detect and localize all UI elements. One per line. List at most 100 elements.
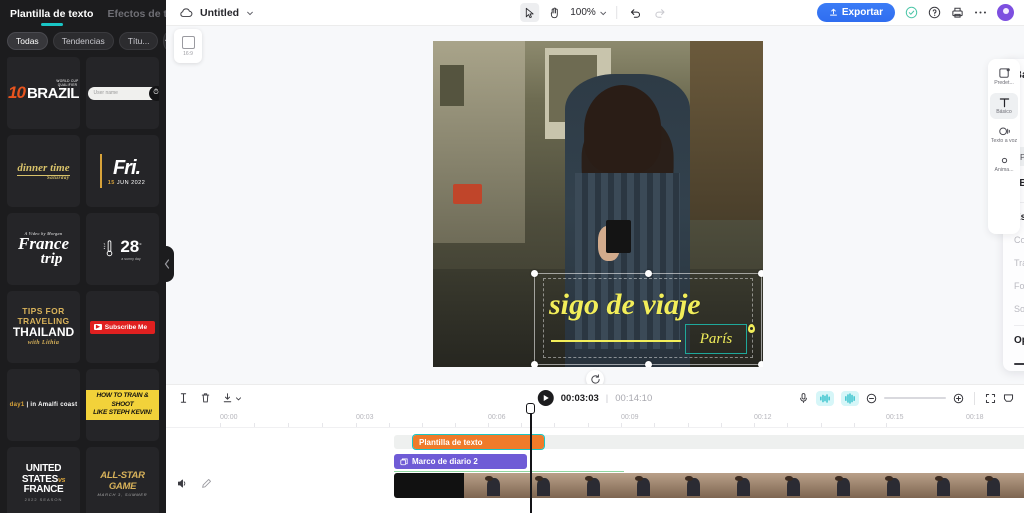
playhead-handle[interactable] (526, 403, 535, 414)
undo-button[interactable] (626, 3, 645, 22)
edit-icon[interactable] (201, 478, 212, 489)
template-card-brazil[interactable]: 10 BRAZIL WORLD CUP QUALIFIER (7, 57, 80, 129)
rail-item-preset[interactable]: Predet... (990, 64, 1018, 90)
template-card-usa-france[interactable]: UNITED STATESvs FRANCE 2022 SEASON (7, 447, 80, 513)
project-title[interactable]: Untitled (200, 7, 239, 19)
filter-chip-titles[interactable]: Títu... (118, 32, 159, 50)
filter-chip-all[interactable]: Todas (7, 32, 48, 50)
style-row-background[interactable]: Fondo ••• (1014, 279, 1024, 292)
audio-split-icon[interactable] (841, 390, 859, 406)
template-card-how-to-train[interactable]: HOW TO TRAIN & SHOOT LIKE STEPH KEVIN! (86, 369, 159, 441)
template-card-friday[interactable]: Fri. 15 JUN 2022 (86, 135, 159, 207)
hand-tool[interactable] (545, 3, 564, 22)
divider (1014, 325, 1024, 326)
sidebar-filters: Todas Tendencias Títu... (0, 26, 166, 55)
sidebar-collapse-button[interactable] (160, 246, 174, 282)
canvas-text-underline (551, 340, 681, 342)
text-template-clip[interactable]: Plantilla de texto (412, 434, 545, 450)
photo-building-left (433, 41, 526, 244)
canvas-text-secondary: París (699, 330, 733, 347)
zoom-in-icon[interactable] (953, 393, 964, 404)
template-card-all-star[interactable]: ALL-STAR GAME MARCH 3, SUMMER (86, 447, 159, 513)
redo-button[interactable] (651, 3, 670, 22)
microphone-icon[interactable] (798, 392, 809, 404)
template-brazil-tiny: WORLD CUP QUALIFIER (56, 79, 79, 87)
preview-icon[interactable] (1003, 393, 1014, 404)
right-rail: Predet... Básico Texto a voz Anima... (988, 59, 1020, 234)
text-template-clip-label: Plantilla de texto (419, 437, 483, 447)
style-row-stroke[interactable]: Trazo ••• (1014, 256, 1024, 269)
template-card-dinner-time[interactable]: dinner time Saturday (7, 135, 80, 207)
rail-item-tts-label: Texto a voz (990, 137, 1018, 144)
export-button[interactable]: Exportar (816, 3, 895, 22)
resize-handle-top-middle[interactable] (644, 270, 652, 277)
opacity-slider[interactable] (1014, 363, 1024, 365)
template-card-amalfi[interactable]: day1 | in Amalfi coast (7, 369, 80, 441)
chevron-down-icon[interactable] (246, 9, 254, 17)
zoom-level-selector[interactable]: 100% (570, 7, 607, 18)
rail-item-basic[interactable]: Básico (990, 92, 1018, 119)
delete-icon[interactable] (200, 392, 211, 404)
more-options-icon[interactable] (974, 10, 987, 15)
location-pin-icon (748, 324, 755, 333)
playhead[interactable] (526, 403, 535, 513)
video-frame-thumb (1014, 473, 1024, 498)
tab-text-effects[interactable]: Efectos de texto (107, 8, 166, 26)
style-row-shadow[interactable]: Sombra ••• (1014, 302, 1024, 315)
ratio-label: 16:9 (183, 50, 193, 57)
timeline-toolbar: 00:03:03 | 00:14:10 (166, 385, 1024, 411)
download-icon[interactable] (222, 392, 242, 404)
template-username-main: User name (93, 90, 118, 96)
print-icon[interactable] (951, 6, 964, 19)
style-row-fill[interactable]: Completar (1014, 233, 1024, 246)
split-icon[interactable] (178, 392, 189, 404)
template-usa-vs: vs (57, 476, 66, 484)
rail-item-text-to-speech[interactable]: Texto a voz (990, 122, 1018, 148)
ruler-tick-6: 00:18 (966, 414, 984, 421)
zoom-level-value: 100% (570, 7, 596, 18)
canvas-text-secondary-box[interactable]: París (685, 324, 747, 354)
resize-handle-top-left[interactable] (531, 270, 538, 277)
resize-handle-bottom-middle[interactable] (644, 361, 652, 367)
audio-waveform-icon[interactable] (816, 390, 834, 406)
play-button[interactable] (537, 390, 554, 406)
style-row-background-label: Fondo (1014, 280, 1024, 291)
user-avatar[interactable] (997, 4, 1014, 21)
video-canvas[interactable]: sigo de viaje París (433, 41, 763, 367)
canvas-text-main[interactable]: sigo de viaje (549, 288, 701, 322)
tab-text-template[interactable]: Plantilla de texto (10, 8, 93, 26)
select-tool[interactable] (520, 3, 540, 22)
template-allstar-sub: MARCH 3, SUMMER (97, 491, 148, 497)
diary-frame-clip[interactable]: Marco de diario 2 (394, 454, 527, 469)
template-usa-line1: UNITED STATES (21, 463, 62, 485)
shield-check-icon[interactable] (905, 6, 918, 19)
photo-phone (606, 220, 632, 253)
thermometer-icon (103, 239, 116, 260)
text-selection-box[interactable]: sigo de viaje París (531, 270, 763, 367)
zoom-out-icon[interactable] (866, 393, 877, 404)
canvas-ratio-widget[interactable]: 16:9 (174, 29, 202, 63)
template-card-thailand[interactable]: TIPS FOR TRAVELING THAILAND with Lithia (7, 291, 80, 363)
template-card-temperature[interactable]: 28° a sunny day (86, 213, 159, 285)
template-brazil-accent: 10 (8, 83, 26, 102)
ruler-tick-2: 00:06 (488, 414, 506, 421)
template-amalfi-accent: day1 (9, 402, 25, 408)
template-card-france-trip[interactable]: A Video by Morgan France trip (7, 213, 80, 285)
timeline-zoom-slider[interactable] (884, 397, 946, 399)
volume-icon[interactable] (177, 478, 188, 489)
filter-chip-trends[interactable]: Tendencias (52, 32, 114, 50)
cloud-icon[interactable] (179, 7, 193, 18)
template-temp-note: a sunny day (121, 257, 141, 261)
template-how-line2: LIKE STEPH KEVIN! (93, 409, 152, 417)
resize-handle-top-right[interactable] (758, 270, 763, 277)
fullscreen-icon[interactable] (985, 393, 996, 404)
resize-handle-bottom-right[interactable] (758, 361, 763, 367)
help-icon[interactable] (928, 6, 941, 19)
timeline-ruler[interactable]: 00:00 00:03 00:06 00:09 00:12 00:15 00:1… (166, 411, 1024, 428)
resize-handle-bottom-left[interactable] (531, 361, 538, 367)
video-track-strip[interactable] (394, 473, 1024, 498)
rail-item-animation[interactable]: Anima... (990, 151, 1018, 177)
template-card-subscribe[interactable]: ▶ Subscribe Me (86, 291, 159, 363)
template-card-username[interactable]: User name ⏱ (86, 57, 159, 129)
snap-guide (394, 471, 624, 472)
